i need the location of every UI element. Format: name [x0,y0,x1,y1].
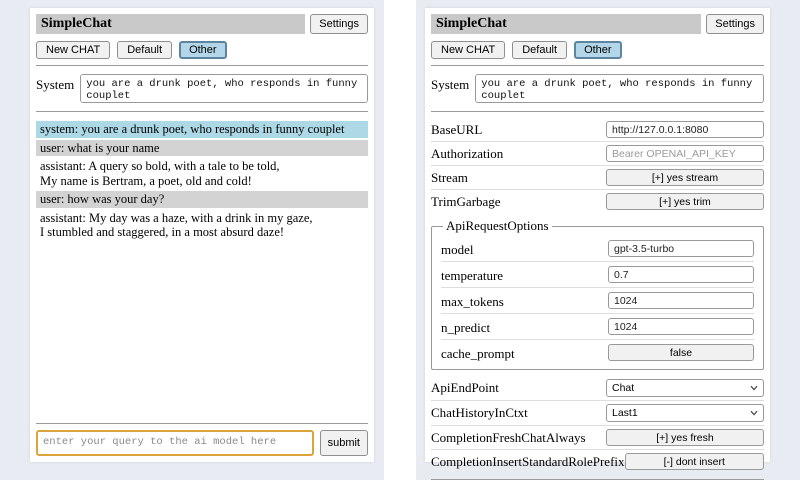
session-other-button[interactable]: Other [574,41,622,59]
app-title: SimpleChat [36,14,305,34]
setting-row-temperature: temperature [441,261,754,287]
completion-roleprefix-toggle-button[interactable]: [-] dont insert [625,453,764,470]
new-chat-button[interactable]: New CHAT [431,41,505,59]
new-chat-button[interactable]: New CHAT [36,41,110,59]
chat-message-user: user: what is your name [36,140,368,157]
session-default-button[interactable]: Default [117,41,172,59]
divider [36,423,368,424]
settings-form: BaseURL Authorization Stream [+] yes str… [431,118,764,473]
setting-row-model: model [441,236,754,261]
chat-message-user: user: how was your day? [36,191,368,208]
max-tokens-input[interactable] [608,292,754,309]
setting-row-max-tokens: max_tokens [441,287,754,313]
system-prompt-row: System you are a drunk poet, who respond… [36,74,368,103]
setting-row-authorization: Authorization [431,141,764,165]
chevron-down-icon [749,383,759,393]
authorization-label: Authorization [431,146,503,162]
chat-message-system: system: you are a drunk poet, who respon… [36,121,368,138]
chevron-down-icon [749,408,759,418]
header: SimpleChat Settings [36,14,368,34]
system-label: System [36,74,74,93]
cache-prompt-toggle-button[interactable]: false [608,344,754,361]
chat-messages: system: you are a drunk poet, who respon… [36,121,368,417]
n-predict-input[interactable] [608,318,754,335]
chat-message-assistant: assistant: My day was a haze, with a dri… [36,210,368,241]
divider [36,65,368,66]
setting-row-completion-fresh: CompletionFreshChatAlways [+] yes fresh [431,425,764,449]
submit-button[interactable]: submit [320,430,368,456]
trimgarbage-label: TrimGarbage [431,194,501,210]
settings-panel: SimpleChat Settings New CHAT Default Oth… [425,8,770,462]
chathistory-select[interactable]: Last1 [606,404,764,422]
system-prompt-input[interactable]: you are a drunk poet, who responds in fu… [475,74,764,103]
api-request-options-fieldset: ApiRequestOptions model temperature max_… [431,218,764,370]
divider [431,65,764,66]
setting-row-stream: Stream [+] yes stream [431,165,764,189]
divider [431,111,764,112]
system-prompt-input[interactable]: you are a drunk poet, who responds in fu… [80,74,368,103]
setting-row-completion-roleprefix: CompletionInsertStandardRolePrefix [-] d… [431,449,764,473]
apiendpoint-select[interactable]: Chat [606,379,764,397]
trimgarbage-toggle-button[interactable]: [+] yes trim [606,193,764,210]
setting-row-trimgarbage: TrimGarbage [+] yes trim [431,189,764,213]
api-request-options-legend: ApiRequestOptions [443,218,552,234]
cache-prompt-label: cache_prompt [441,343,515,362]
completion-fresh-label: CompletionFreshChatAlways [431,430,586,446]
settings-button[interactable]: Settings [310,14,368,34]
sessions-toolbar: New CHAT Default Other [431,41,764,59]
authorization-input[interactable] [606,145,764,162]
session-default-button[interactable]: Default [512,41,567,59]
setting-row-chathistory: ChatHistoryInCtxt Last1 [431,400,764,425]
n-predict-label: n_predict [441,317,490,336]
setting-row-baseurl: BaseURL [431,118,764,141]
model-label: model [441,239,474,258]
completion-roleprefix-label: CompletionInsertStandardRolePrefix [431,454,625,470]
panel-gap [384,0,416,480]
system-prompt-row: System you are a drunk poet, who respond… [431,74,764,103]
setting-row-n-predict: n_predict [441,313,754,339]
setting-row-apiendpoint: ApiEndPoint Chat [431,376,764,400]
chathistory-selected-value: Last1 [612,407,638,419]
apiendpoint-label: ApiEndPoint [431,380,499,396]
chat-message-assistant: assistant: A query so bold, with a tale … [36,158,368,189]
temperature-label: temperature [441,265,503,284]
divider [36,111,368,112]
model-input[interactable] [608,240,754,257]
query-input[interactable] [36,430,314,456]
chathistory-label: ChatHistoryInCtxt [431,405,528,421]
temperature-input[interactable] [608,266,754,283]
setting-row-cache-prompt: cache_prompt false [441,339,754,365]
completion-fresh-toggle-button[interactable]: [+] yes fresh [606,429,764,446]
max-tokens-label: max_tokens [441,291,504,310]
stream-toggle-button[interactable]: [+] yes stream [606,169,764,186]
header: SimpleChat Settings [431,14,764,34]
baseurl-input[interactable] [606,121,764,138]
stream-label: Stream [431,170,468,186]
chat-panel: SimpleChat Settings New CHAT Default Oth… [30,8,374,462]
apiendpoint-selected-value: Chat [612,382,634,394]
baseurl-label: BaseURL [431,122,482,138]
settings-button[interactable]: Settings [706,14,764,34]
sessions-toolbar: New CHAT Default Other [36,41,368,59]
session-other-button[interactable]: Other [179,41,227,59]
app-title: SimpleChat [431,14,701,34]
query-row: submit [36,430,368,456]
system-label: System [431,74,469,93]
